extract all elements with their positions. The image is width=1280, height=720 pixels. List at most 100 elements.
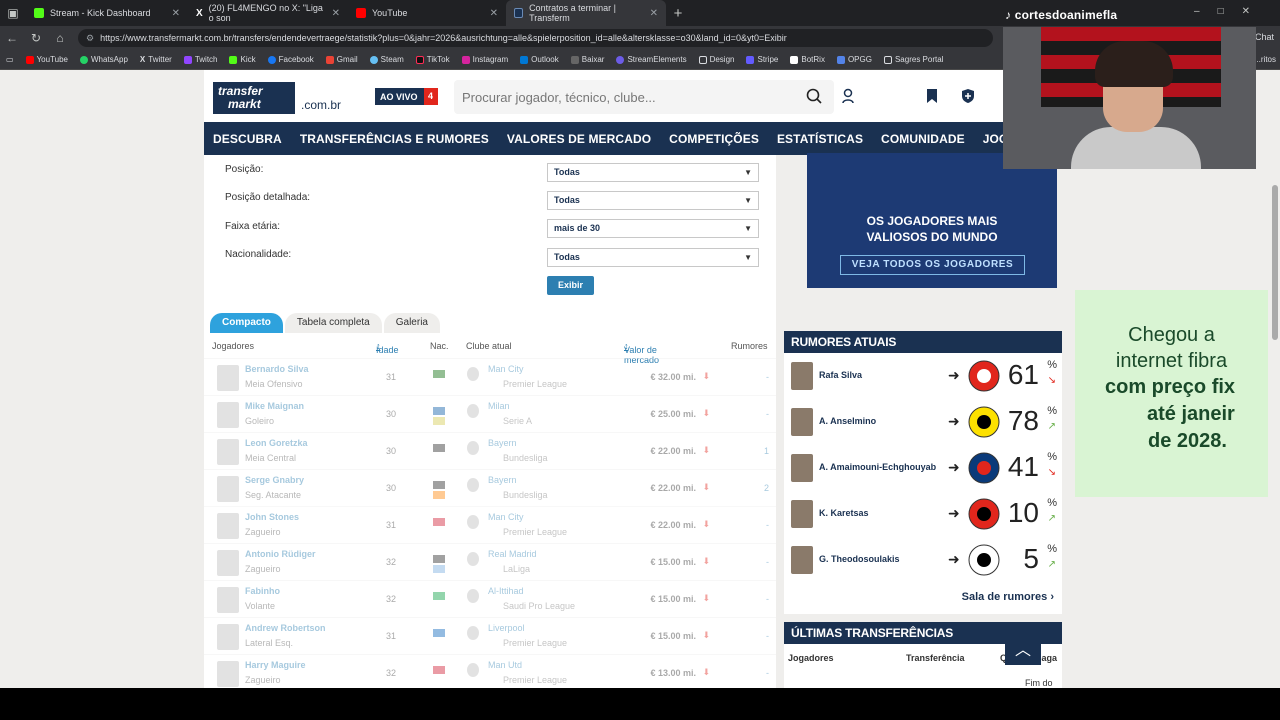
close-icon[interactable]: ✕ [650, 8, 658, 19]
club-crest-icon[interactable] [467, 626, 479, 640]
table-row[interactable]: Harry Maguire Zagueiro 32 Man Utd Premier Le… [204, 654, 776, 688]
nav-statistics[interactable]: ESTATÍSTICAS [768, 132, 872, 146]
tab-full-table[interactable]: Tabela completa [284, 313, 382, 333]
shield-plus-icon[interactable] [960, 88, 976, 104]
bookmark-twitter[interactable]: X Twitter [140, 55, 172, 64]
rumor-room-link[interactable]: Sala de rumores › [962, 591, 1054, 603]
bookmark-outlook[interactable]: Outlook [520, 55, 559, 64]
club-name-link[interactable]: Milan [488, 401, 510, 411]
detailed-position-select[interactable]: Todas ▼ [547, 191, 759, 210]
club-name-link[interactable]: Bayern [488, 438, 517, 448]
nav-community[interactable]: COMUNIDADE [872, 132, 974, 146]
bookmark-whatsapp[interactable]: WhatsApp [80, 55, 128, 64]
table-row[interactable]: Antonio Rüdiger Zagueiro 32 Real Madrid LaLi… [204, 543, 776, 580]
nav-discover[interactable]: DESCUBRA [204, 132, 291, 146]
nav-competitions[interactable]: COMPETIÇÕES [660, 132, 768, 146]
home-icon[interactable]: ⌂ [48, 31, 72, 45]
search-input[interactable]: Procurar jogador, técnico, clube... [454, 80, 834, 114]
club-name-link[interactable]: Real Madrid [488, 549, 537, 559]
club-name-link[interactable]: Man City [488, 512, 524, 522]
fiber-internet-ad[interactable]: Chegou a internet fibra com preço fix at… [1075, 290, 1268, 497]
age-range-select[interactable]: mais de 30 ▼ [547, 219, 759, 238]
bookmark-sagres[interactable]: Sagres Portal [883, 55, 943, 64]
window-controls[interactable]: –□✕ [1194, 6, 1268, 17]
bookmark-youtube[interactable]: YouTube [25, 55, 68, 64]
club-crest-icon[interactable] [467, 663, 479, 677]
tab-compact[interactable]: Compacto [210, 313, 283, 333]
search-icon[interactable] [806, 88, 822, 104]
close-icon[interactable]: ✕ [490, 8, 498, 19]
bookmark-kick[interactable]: Kick [229, 55, 256, 64]
nav-market-values[interactable]: VALORES DE MERCADO [498, 132, 660, 146]
rumor-row[interactable]: G. Theodosoulakis ➜ 5% ↗ [784, 537, 1062, 583]
scroll-to-top-button[interactable]: ︿ [1005, 637, 1041, 665]
player-name-link[interactable]: John Stones [245, 512, 299, 522]
promo-banner[interactable]: OS JOGADORES MAIS VALIOSOS DO MUNDO VEJA… [807, 153, 1057, 288]
hamburg-crest-icon[interactable] [967, 451, 1001, 485]
player-name-link[interactable]: Antonio Rüdiger [245, 549, 316, 559]
table-row[interactable]: John Stones Zagueiro 31 Man City Premier Lea… [204, 506, 776, 543]
rumor-player-name[interactable]: A. Amaimouni-Echghouyab [819, 462, 936, 472]
tab-gallery[interactable]: Galeria [383, 313, 440, 333]
header-market-value[interactable]: Valor de mercado ↕ [624, 341, 659, 365]
header-age[interactable]: Idade ↕ [376, 341, 399, 355]
other-bookmarks[interactable]: ...ritos [1254, 55, 1276, 64]
live-button[interactable]: AO VIVO 4 [375, 88, 438, 105]
club-crest-icon[interactable] [467, 404, 479, 418]
rumor-player-name[interactable]: A. Anselmino [819, 416, 876, 426]
club-crest-icon[interactable] [467, 552, 479, 566]
table-row[interactable]: Serge Gnabry Seg. Atacante 30 Bayern Bundesl… [204, 469, 776, 506]
position-select[interactable]: Todas ▼ [547, 163, 759, 182]
rumor-count[interactable]: - [766, 520, 769, 530]
player-name-link[interactable]: Serge Gnabry [245, 475, 304, 485]
rumor-player-name[interactable]: K. Karetsas [819, 508, 869, 518]
see-all-players-button[interactable]: VEJA TODOS OS JOGADORES [840, 255, 1025, 275]
club-name-link[interactable]: Al-Ittihad [488, 586, 524, 596]
tab-kick-dashboard[interactable]: Stream - Kick Dashboard ✕ [26, 0, 188, 26]
bookmark-streamelements[interactable]: StreamElements [616, 55, 687, 64]
page-scrollbar[interactable] [1272, 185, 1278, 340]
rumor-player-name[interactable]: Rafa Silva [819, 370, 862, 380]
club-name-link[interactable]: Liverpool [488, 623, 525, 633]
player-name-link[interactable]: Andrew Robertson [245, 623, 326, 633]
bookmark-opgg[interactable]: OPGG [836, 55, 872, 64]
player-name-link[interactable]: Fabinho [245, 586, 280, 596]
bookmark-botrix[interactable]: BotRix [790, 55, 825, 64]
table-row[interactable]: Mike Maignan Goleiro 30 Milan Serie A € 25.00… [204, 395, 776, 432]
bookmark-tiktok[interactable]: TikTok [415, 55, 450, 64]
bookmark-steam[interactable]: Steam [369, 55, 404, 64]
rumor-count[interactable]: - [766, 409, 769, 419]
bookmark-twitch[interactable]: Twitch [183, 55, 217, 64]
player-name-link[interactable]: Leon Goretzka [245, 438, 308, 448]
table-row[interactable]: Leon Goretzka Meia Central 30 Bayern Bundesl… [204, 432, 776, 469]
club-crest-icon[interactable] [467, 367, 479, 381]
club-crest-icon[interactable] [467, 589, 479, 603]
rumor-row[interactable]: Rafa Silva ➜ 61% ↘ [784, 353, 1062, 399]
paok-crest-icon[interactable] [967, 543, 1001, 577]
nav-transfers[interactable]: TRANSFERÊNCIAS E RUMORES [291, 132, 498, 146]
tab-transfermarkt[interactable]: Contratos a terminar | Transferm ✕ [506, 0, 666, 26]
table-row[interactable]: Andrew Robertson Lateral Esq. 31 Liverpool P… [204, 617, 776, 654]
bookmark-design[interactable]: Design [698, 55, 734, 64]
club-name-link[interactable]: Bayern [488, 475, 517, 485]
table-row[interactable]: Fabinho Volante 32 Al-Ittihad Saudi Pro Leag… [204, 580, 776, 617]
show-button[interactable]: Exibir [547, 276, 594, 295]
club-name-link[interactable]: Man Utd [488, 660, 522, 670]
nationality-select[interactable]: Todas ▼ [547, 248, 759, 267]
leverkusen-crest-icon[interactable] [967, 497, 1001, 531]
bookmark-instagram[interactable]: Instagram [461, 55, 508, 64]
bookmark-gmail[interactable]: Gmail [325, 55, 358, 64]
rumor-count[interactable]: - [766, 557, 769, 567]
bookmark-baixar[interactable]: Baixar [570, 55, 604, 64]
club-crest-icon[interactable] [467, 441, 479, 455]
rumor-count[interactable]: 1 [764, 446, 769, 456]
rumor-count[interactable]: - [766, 594, 769, 604]
tab-youtube[interactable]: YouTube ✕ [348, 0, 506, 26]
rumor-count[interactable]: 2 [764, 483, 769, 493]
rumor-row[interactable]: A. Amaimouni-Echghouyab ➜ 41% ↘ [784, 445, 1062, 491]
url-field[interactable]: ⚙ https://www.transfermarkt.com.br/trans… [78, 29, 993, 47]
tab-x-post[interactable]: X (20) FL4MENGO no X: "Liga o son ✕ [188, 0, 348, 26]
rumor-player-name[interactable]: G. Theodosoulakis [819, 554, 900, 564]
new-tab-icon[interactable]: + [666, 5, 690, 22]
bookmark-stripe[interactable]: Stripe [746, 55, 778, 64]
